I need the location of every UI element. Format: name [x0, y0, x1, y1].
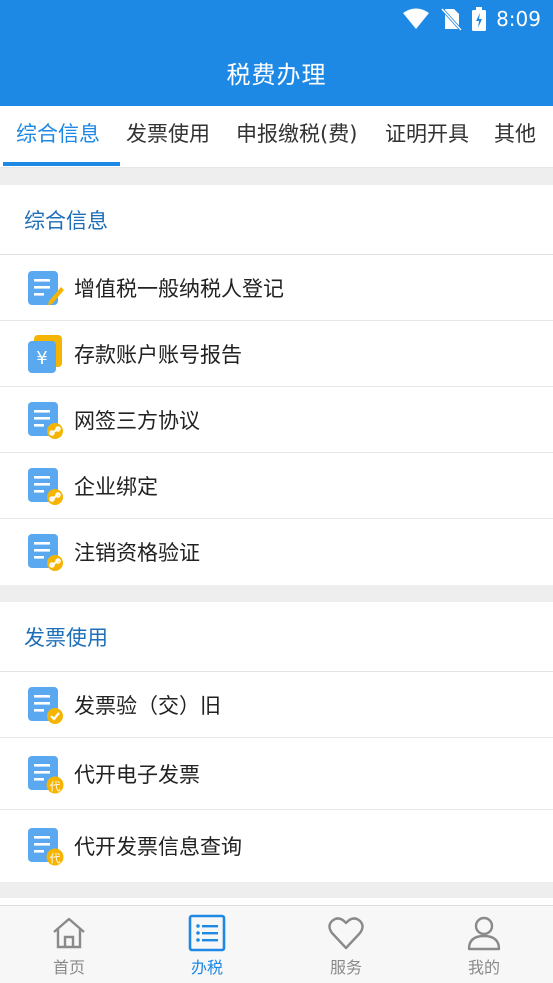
section-next [0, 898, 553, 905]
list-item-enterprise-binding[interactable]: 企业绑定 [0, 453, 553, 519]
list-item-deregistration-check[interactable]: 注销资格验证 [0, 519, 553, 585]
icon-badge-text: 代 [50, 852, 61, 865]
list-item-bank-account-report[interactable]: ¥ 存款账户账号报告 [0, 321, 553, 387]
user-icon [467, 916, 501, 951]
doc-link-icon [26, 400, 64, 440]
tab-invoice-use[interactable]: 发票使用 [126, 106, 210, 167]
section-general-info: 综合信息 增值税一般纳税人登记 ¥ 存款账户账号报告 网签三方协议 企业绑定 注… [0, 185, 553, 585]
doc-check-icon [26, 685, 64, 725]
doc-dai-icon: 代 [26, 754, 64, 794]
list-item-label: 代开电子发票 [74, 762, 200, 787]
section-invoice-use: 发票使用 发票验（交）旧 代 代开电子发票 代 代开发票信息查询 [0, 602, 553, 882]
section-title: 发票使用 [0, 602, 553, 672]
list-item-invoice-info-query[interactable]: 代 代开发票信息查询 [0, 810, 553, 882]
status-icons: 8:09 [402, 6, 541, 32]
list-item-label: 存款账户账号报告 [74, 342, 242, 367]
nav-label: 办税 [190, 958, 223, 977]
list-item-vat-registration[interactable]: 增值税一般纳税人登记 [0, 255, 553, 321]
app-bar: 税费办理 [0, 38, 553, 106]
doc-dai-icon: 代 [26, 826, 64, 866]
section-title: 综合信息 [0, 185, 553, 255]
bottom-nav: 首页 办税 服务 我的 [0, 905, 553, 983]
battery-icon [472, 7, 487, 31]
wifi-icon [403, 8, 430, 29]
status-bar: 8:09 [0, 0, 553, 38]
tab-certificate[interactable]: 证明开具 [385, 106, 469, 167]
list-icon [188, 914, 226, 952]
nav-mine[interactable]: 我的 [415, 906, 553, 983]
list-item-invoice-verify[interactable]: 发票验（交）旧 [0, 672, 553, 738]
list-item-tripartite-agreement[interactable]: 网签三方协议 [0, 387, 553, 453]
nav-home[interactable]: 首页 [0, 906, 138, 983]
status-time: 8:09 [496, 7, 541, 31]
nav-label: 服务 [329, 958, 362, 977]
icon-badge-text: 代 [50, 780, 61, 793]
heart-icon [328, 917, 364, 950]
doc-link-icon [26, 532, 64, 572]
page-title: 税费办理 [226, 60, 327, 89]
tab-bar: 综合信息 发票使用 申报缴税(费) 证明开具 其他 [0, 106, 553, 168]
tab-indicator [3, 162, 120, 166]
list-item-label: 注销资格验证 [74, 541, 200, 565]
list-item-label: 发票验（交）旧 [74, 693, 221, 718]
tab-general-info[interactable]: 综合信息 [16, 106, 100, 167]
list-item-issue-e-invoice[interactable]: 代 代开电子发票 [0, 738, 553, 810]
nav-service[interactable]: 服务 [277, 906, 415, 983]
nav-label: 我的 [467, 958, 500, 977]
list-item-label: 增值税一般纳税人登记 [74, 276, 284, 301]
home-icon [53, 917, 85, 949]
doc-edit-icon [26, 268, 64, 308]
tab-other[interactable]: 其他 [494, 106, 536, 167]
nav-tax[interactable]: 办税 [138, 906, 276, 983]
yuan-card-icon: ¥ [26, 334, 64, 374]
no-sim-icon [440, 7, 463, 31]
content-area[interactable]: 综合信息 增值税一般纳税人登记 ¥ 存款账户账号报告 网签三方协议 企业绑定 注… [0, 168, 553, 905]
svg-text:¥: ¥ [36, 348, 47, 369]
doc-link-icon [26, 466, 64, 506]
list-item-label: 网签三方协议 [74, 408, 200, 433]
list-item-label: 代开发票信息查询 [74, 835, 242, 859]
nav-label: 首页 [52, 958, 85, 977]
tab-declare-pay[interactable]: 申报缴税(费) [236, 106, 357, 167]
list-item-label: 企业绑定 [74, 474, 158, 499]
